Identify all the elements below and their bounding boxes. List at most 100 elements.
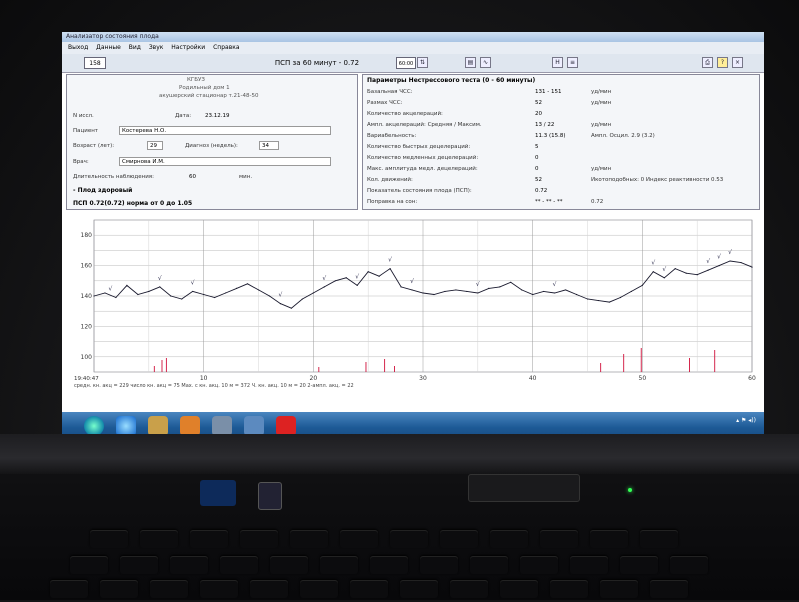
ctg-chart: 180 160 140 120 100 10 20 30 40 50 60 19:40:47 средн… (72, 212, 762, 407)
pentium-sticker-icon (200, 480, 236, 506)
study-id-field[interactable]: 158 (84, 57, 106, 69)
explorer-icon[interactable] (148, 416, 168, 436)
h-button-icon[interactable]: H (552, 57, 563, 68)
param-unit: уд/мин (591, 89, 612, 95)
param-value: 52 (535, 100, 542, 106)
heart-rate-point (400, 286, 402, 288)
x-tick-label: 30 (419, 375, 427, 382)
keyboard-key (370, 556, 408, 574)
doctor-label: Врач: (73, 159, 89, 165)
menu-settings[interactable]: Настройки (171, 44, 205, 51)
heart-rate-point (422, 292, 424, 294)
heart-rate-point (586, 298, 589, 300)
param-value: 0 (535, 166, 539, 172)
heart-rate-point (510, 281, 512, 283)
heart-rate-point (225, 292, 227, 294)
param-label: Макс. амплитуда медл. децелераций: (367, 166, 478, 172)
tool-app-icon[interactable] (212, 416, 232, 436)
menu-help[interactable]: Справка (213, 44, 239, 51)
heart-rate-point (192, 290, 194, 293)
heart-rate-point (126, 284, 128, 286)
patient-panel: КГБУЗ Родильный дом 1 акушерский стацион… (66, 74, 358, 210)
param-value: 52 (535, 177, 542, 183)
print-icon[interactable]: ⎙ (702, 57, 713, 68)
heart-rate-point (411, 289, 413, 291)
heart-rate-point (499, 286, 501, 288)
menu-view[interactable]: Вид (129, 44, 141, 51)
param-label: Размах ЧСС: (367, 100, 403, 106)
ctg-chart-svg: 180 160 140 120 100 10 20 30 40 50 60 19:40:47средн… (74, 219, 756, 389)
acceleration-mark: √ (388, 257, 392, 264)
help-icon[interactable]: ? (717, 57, 728, 68)
date-value: 23.12.19 (205, 113, 230, 119)
param-value: 20 (535, 111, 542, 117)
menu-data[interactable]: Данные (96, 44, 121, 51)
heart-rate-point (532, 293, 534, 296)
weeks-field[interactable]: 34 (259, 141, 279, 150)
heart-rate-point (751, 266, 753, 268)
keyboard-key (570, 556, 608, 574)
keyboard-key (640, 530, 678, 548)
energy-sticker-icon (468, 474, 580, 502)
start-button-icon[interactable] (84, 416, 104, 436)
param-unit: уд/мин (591, 166, 612, 172)
wave-icon[interactable]: ∿ (480, 57, 491, 68)
age-field[interactable]: 29 (147, 141, 163, 150)
heart-rate-point (345, 277, 347, 279)
keyboard-key (50, 580, 88, 598)
acceleration-mark: √ (109, 286, 113, 293)
acceleration-mark: √ (717, 254, 721, 261)
heart-rate-point (630, 290, 632, 293)
network-app-icon[interactable] (244, 416, 264, 436)
param-label: Количество медленных децелераций: (367, 155, 479, 161)
patient-field[interactable]: Костерева Н.О. (119, 126, 331, 135)
tray-icons: ▴ ⚑ ◂)) (736, 417, 756, 424)
patient-label: Пациент (73, 128, 99, 134)
list-icon[interactable]: ≡ (567, 57, 578, 68)
param-label: Показатель состояния плода (ПСП): (367, 188, 472, 194)
keyboard-key (250, 580, 288, 598)
heart-rate-point (214, 296, 216, 299)
chart-icon[interactable]: ▤ (465, 57, 476, 68)
param-unit: уд/мин (591, 122, 612, 128)
close-icon[interactable]: × (732, 57, 743, 68)
heart-rate-point (444, 290, 446, 293)
heart-rate-point (685, 272, 687, 274)
keyboard-key (290, 530, 328, 548)
media-player-icon[interactable] (180, 416, 200, 436)
param-value: 131 - 151 (535, 89, 562, 95)
menu-sound[interactable]: Звук (149, 44, 164, 51)
x-tick-label: 60 (748, 375, 756, 382)
menu-exit[interactable]: Выход (68, 44, 88, 51)
heart-rate-point (93, 295, 95, 297)
windows-sticker-icon (258, 482, 282, 510)
heart-rate-point (663, 277, 665, 279)
doctor-field[interactable]: Смирнова И.М. (119, 157, 331, 166)
keyboard-key (240, 530, 278, 548)
heart-rate-point (115, 296, 117, 299)
acceleration-mark: √ (279, 292, 283, 299)
heart-rate-point (148, 290, 150, 293)
param-value: 13 / 22 (535, 122, 555, 128)
ctg-app-icon[interactable] (276, 416, 296, 436)
param-unit: Ампл. Осцил. 2.9 (3.2) (591, 133, 655, 139)
param-label: Количество быстрых децелераций: (367, 144, 471, 150)
keyboard-key (120, 556, 158, 574)
keyboard-key (70, 556, 108, 574)
heart-rate-point (290, 307, 292, 309)
menu-bar: Выход Данные Вид Звук Настройки Справка (62, 42, 764, 54)
keyboard-key (490, 530, 528, 548)
param-label: Поправка на сон: (367, 199, 418, 205)
heart-rate-point (488, 287, 490, 289)
param-label: Вариабельность: (367, 133, 417, 139)
acceleration-mark: √ (158, 275, 162, 282)
screen: Анализатор состояния плода Выход Данные … (62, 32, 764, 440)
laptop-keyboard (0, 474, 799, 600)
keyboard-key (390, 530, 428, 548)
ie-browser-icon[interactable] (116, 416, 136, 436)
acceleration-mark: √ (553, 281, 557, 288)
zoom-field[interactable]: 60:00 (396, 57, 416, 69)
param-value: 0 (535, 155, 539, 161)
refresh-icon[interactable]: ⇅ (417, 57, 428, 68)
heart-rate-point (137, 293, 139, 296)
